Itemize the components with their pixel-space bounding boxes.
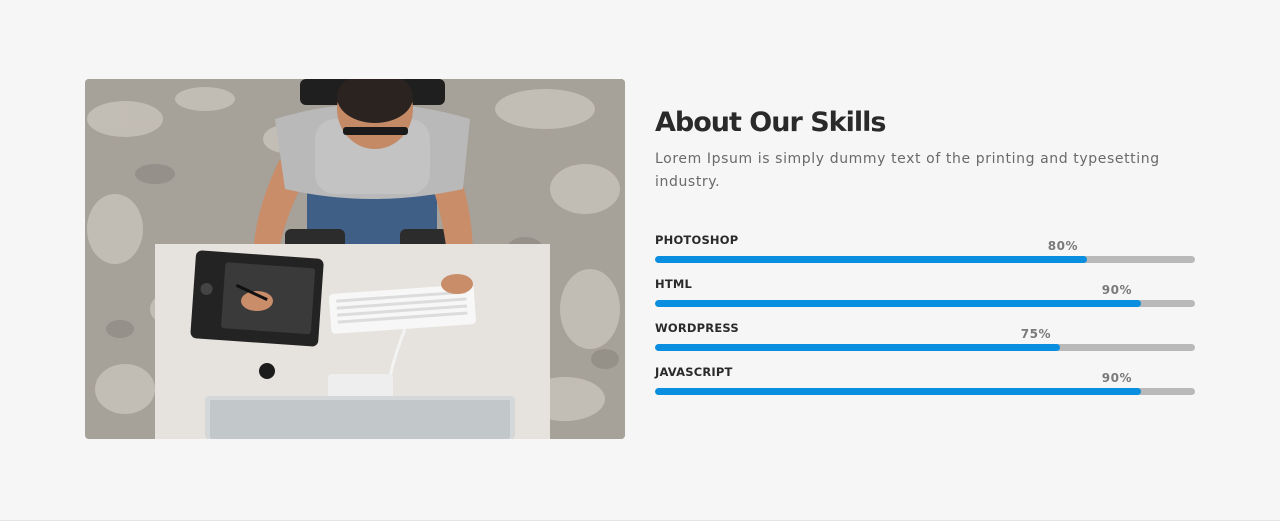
skill-progress-fill — [655, 300, 1141, 307]
skill-percent: 80% — [1047, 239, 1078, 253]
skill-javascript: JAVASCRIPT 90% — [655, 365, 1195, 409]
skill-progress-fill — [655, 344, 1060, 351]
skill-wordpress: WORDPRESS 75% — [655, 321, 1195, 365]
skill-progress-track — [655, 344, 1195, 351]
skill-label: WORDPRESS — [655, 321, 739, 335]
skill-progress-fill — [655, 256, 1087, 263]
skills-list: PHOTOSHOP 80% HTML 90% WORDPRESS 75% JAV… — [655, 233, 1195, 409]
skill-label: HTML — [655, 277, 693, 291]
workspace-photo — [85, 79, 625, 439]
skill-progress-fill — [655, 388, 1141, 395]
about-skills-section: About Our Skills Lorem Ipsum is simply d… — [0, 0, 1280, 521]
skill-progress-track — [655, 388, 1195, 395]
skill-photoshop: PHOTOSHOP 80% — [655, 233, 1195, 277]
section-title: About Our Skills — [655, 107, 886, 138]
skill-percent: 90% — [1101, 371, 1132, 385]
skill-progress-track — [655, 300, 1195, 307]
skill-label: JAVASCRIPT — [655, 365, 733, 379]
skill-progress-track — [655, 256, 1195, 263]
skill-percent: 75% — [1020, 327, 1051, 341]
section-description: Lorem Ipsum is simply dummy text of the … — [655, 151, 1160, 190]
skill-label: PHOTOSHOP — [655, 233, 739, 247]
skill-html: HTML 90% — [655, 277, 1195, 321]
skill-percent: 90% — [1101, 283, 1132, 297]
skills-content: About Our Skills Lorem Ipsum is simply d… — [655, 104, 1195, 409]
